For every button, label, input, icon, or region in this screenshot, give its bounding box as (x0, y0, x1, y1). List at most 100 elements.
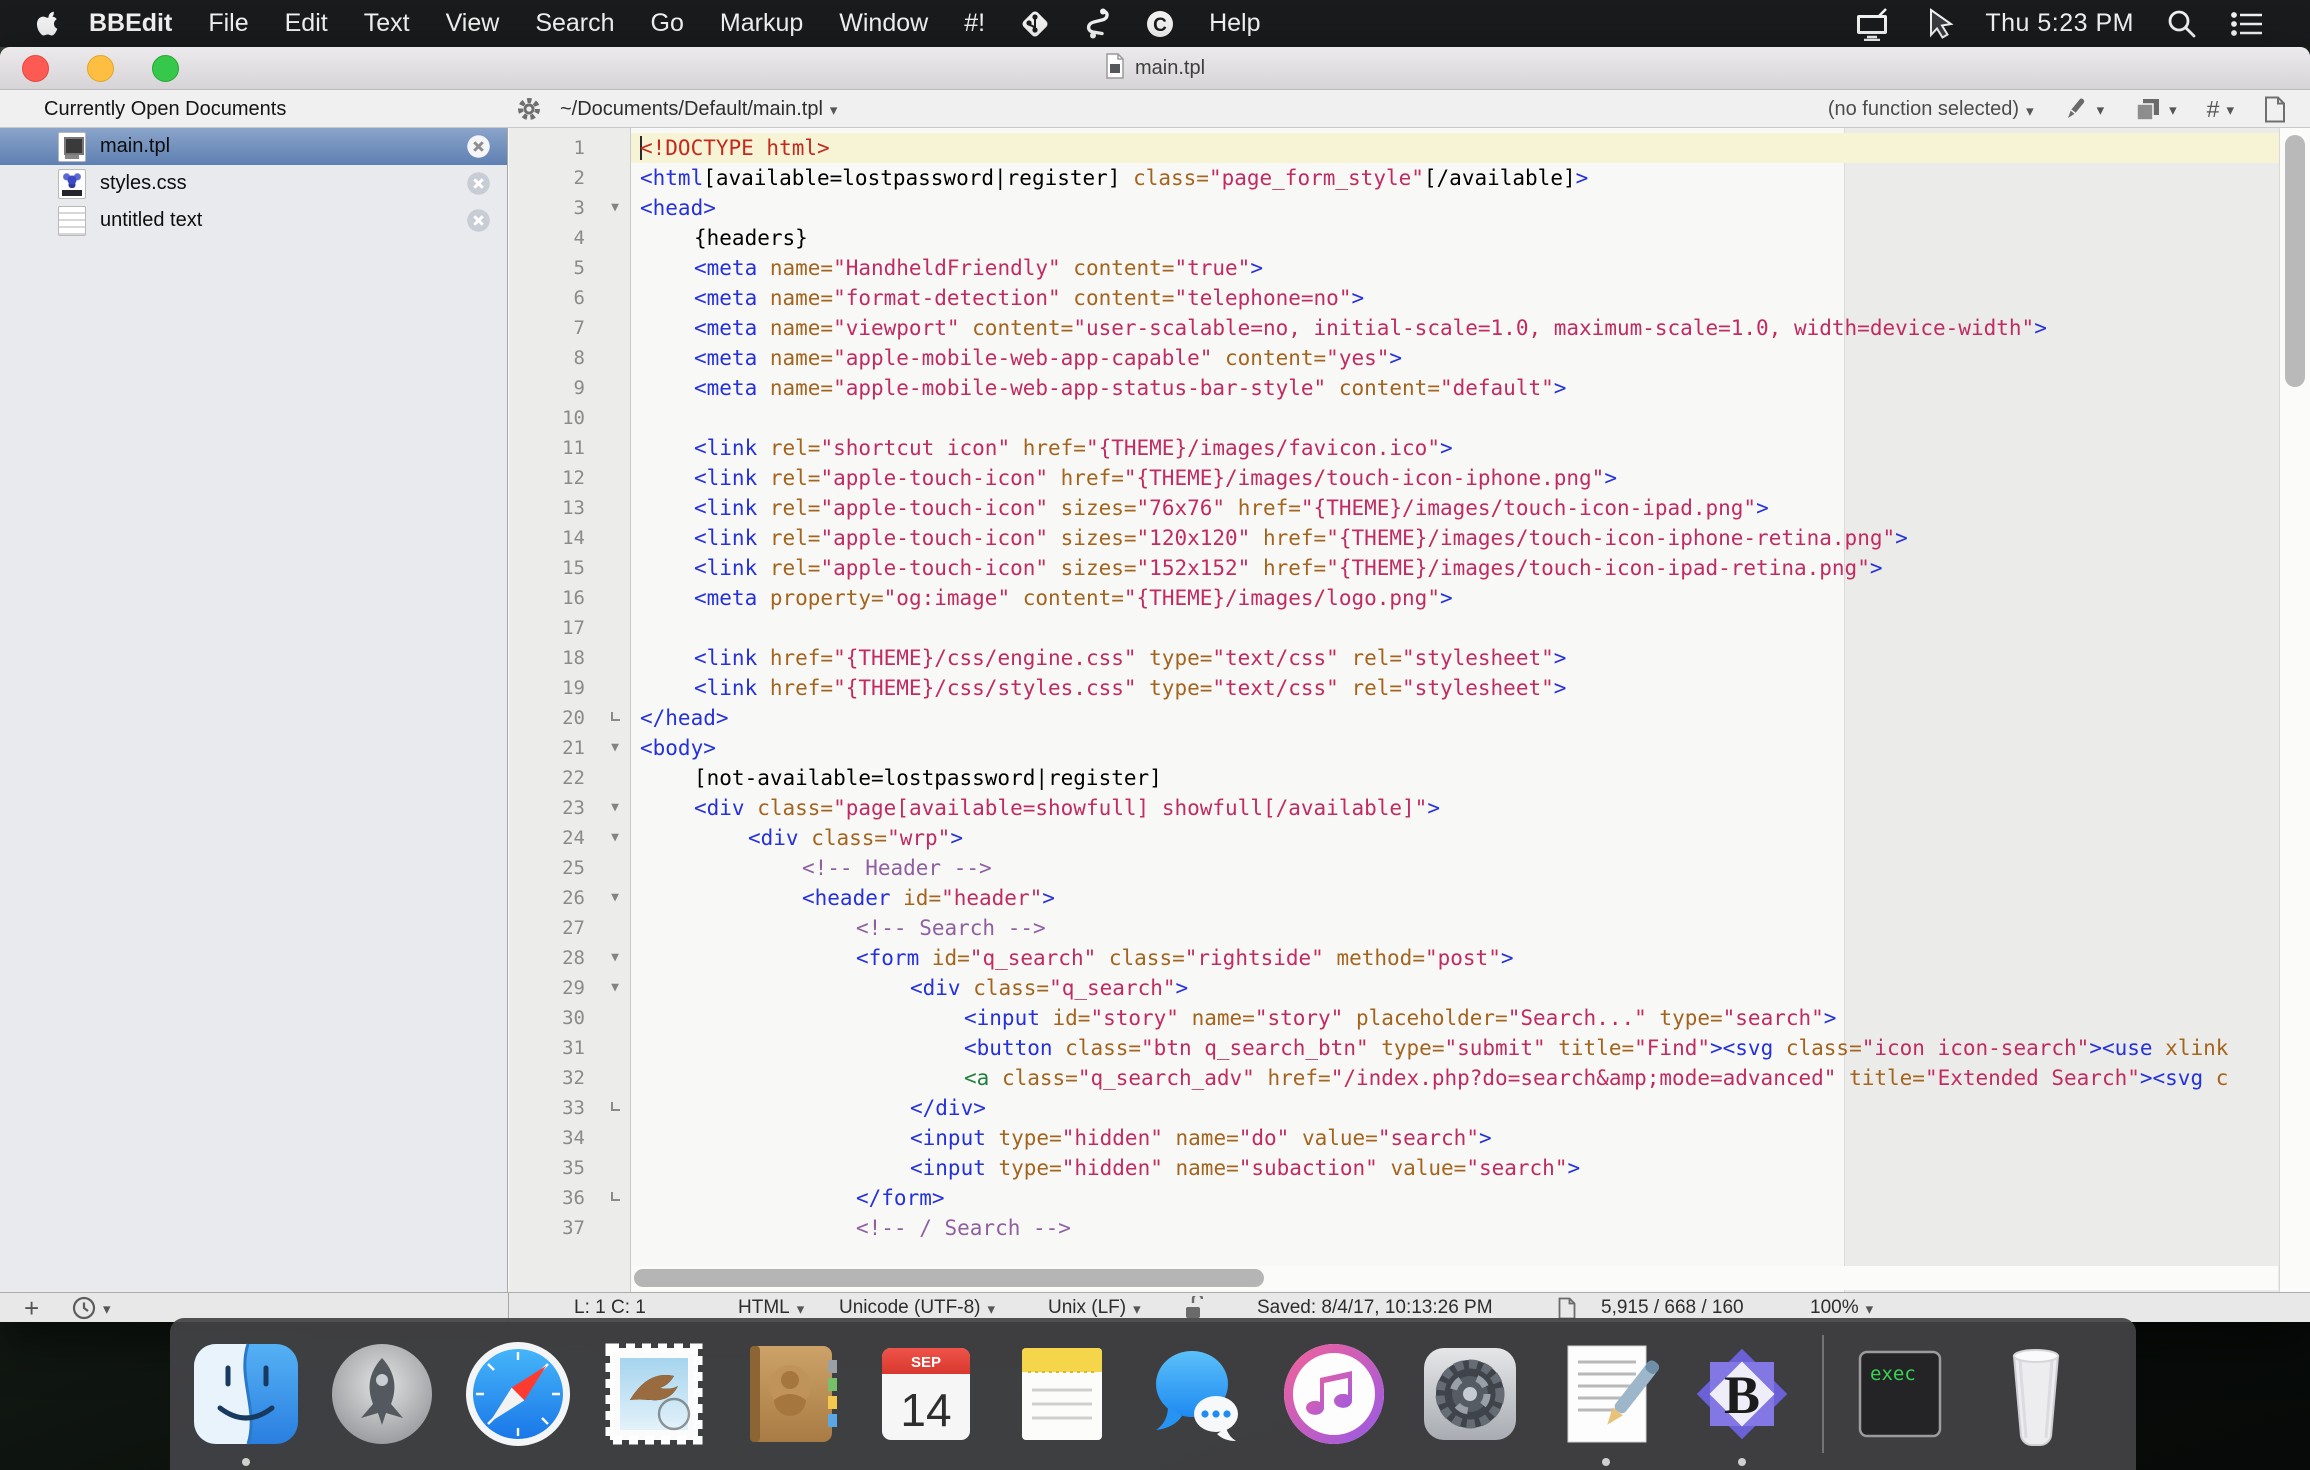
dock-calendar[interactable]: SEP14 (870, 1338, 982, 1450)
close-document-button[interactable] (466, 134, 491, 159)
code-line[interactable]: 11<link rel="shortcut icon" href="{THEME… (509, 433, 2279, 463)
code-line[interactable]: 25<!-- Header --> (509, 853, 2279, 883)
code-line[interactable]: 29▼<div class="q_search"> (509, 973, 2279, 1003)
menu-markup[interactable]: Markup (720, 9, 803, 38)
code-line[interactable]: 1<!DOCTYPE html> (509, 133, 2279, 163)
code-line[interactable]: 13<link rel="apple-touch-icon" sizes="76… (509, 493, 2279, 523)
code-line[interactable]: 10 (509, 403, 2279, 433)
code-line[interactable]: 20</head> (509, 703, 2279, 733)
dock-trash[interactable] (1980, 1338, 2092, 1450)
menu-go[interactable]: Go (651, 9, 684, 38)
fold-open-icon[interactable]: ▼ (599, 193, 631, 223)
remote-cursor-status-icon[interactable] (1923, 7, 1957, 41)
code-line[interactable]: 7<meta name="viewport" content="user-sca… (509, 313, 2279, 343)
new-document-icon[interactable] (2264, 96, 2286, 123)
display-status-icon[interactable] (1853, 7, 1891, 41)
code-line[interactable]: 22[not-available=lostpassword|register] (509, 763, 2279, 793)
code-line[interactable]: 16<meta property="og:image" content="{TH… (509, 583, 2279, 613)
fold-open-icon[interactable]: ▼ (599, 973, 631, 1003)
fold-end-icon[interactable] (599, 1093, 631, 1123)
code-line[interactable]: 9<meta name="apple-mobile-web-app-status… (509, 373, 2279, 403)
dock-launchpad[interactable] (326, 1338, 438, 1450)
document-path-dropdown[interactable]: ~/Documents/Default/main.tpl (560, 90, 837, 128)
code-line[interactable]: 19<link href="{THEME}/css/styles.css" ty… (509, 673, 2279, 703)
clippings-menu-icon[interactable]: C (1145, 9, 1175, 39)
code-line[interactable]: 5<meta name="HandheldFriendly" content="… (509, 253, 2279, 283)
script-menu-icon[interactable] (1085, 8, 1111, 40)
code-line[interactable]: 6<meta name="format-detection" content="… (509, 283, 2279, 313)
gear-menu-icon[interactable] (516, 96, 542, 128)
code-line[interactable]: 27<!-- Search --> (509, 913, 2279, 943)
dock-bbedit[interactable]: B (1686, 1338, 1798, 1450)
marker-menu-icon[interactable] (2064, 96, 2105, 122)
spotlight-icon[interactable] (2166, 8, 2198, 40)
code-line[interactable]: 4{headers} (509, 223, 2279, 253)
code-line[interactable]: 23▼<div class="page[available=showfull] … (509, 793, 2279, 823)
title-bar[interactable]: main.tpl (0, 47, 2310, 90)
code-line[interactable]: 37<!-- / Search --> (509, 1213, 2279, 1243)
dock-contacts[interactable] (734, 1338, 846, 1450)
function-selector-dropdown[interactable]: (no function selected) (1828, 98, 2034, 121)
code-line[interactable]: 28▼<form id="q_search" class="rightside"… (509, 943, 2279, 973)
fold-open-icon[interactable]: ▼ (599, 733, 631, 763)
menu-view[interactable]: View (446, 9, 500, 38)
menu-window[interactable]: Window (839, 9, 928, 38)
code-line[interactable]: 30<input id="story" name="story" placeho… (509, 1003, 2279, 1033)
code-editor[interactable]: 1<!DOCTYPE html>2<html[available=lostpas… (509, 128, 2310, 1292)
line-number-menu[interactable]: # (2207, 96, 2234, 123)
dock-messages[interactable] (1142, 1338, 1254, 1450)
menu-edit[interactable]: Edit (285, 9, 328, 38)
dock-finder[interactable] (190, 1338, 302, 1450)
notification-center-icon[interactable] (2230, 9, 2264, 39)
code-line[interactable]: 8<meta name="apple-mobile-web-app-capabl… (509, 343, 2279, 373)
fold-end-icon[interactable] (599, 703, 631, 733)
menu-bar-clock[interactable]: Thu 5:23 PM (1985, 9, 2134, 38)
sidebar-document-row[interactable]: styles.css (0, 165, 507, 202)
code-line[interactable]: 31<button class="btn q_search_btn" type=… (509, 1033, 2279, 1063)
code-line[interactable]: 3▼<head> (509, 193, 2279, 223)
code-line[interactable]: 2<html[available=lostpassword|register] … (509, 163, 2279, 193)
fold-open-icon[interactable]: ▼ (599, 823, 631, 853)
menu-help[interactable]: Help (1209, 9, 1260, 38)
dock-itunes[interactable] (1278, 1338, 1390, 1450)
menu-text[interactable]: Text (364, 9, 410, 38)
code-line[interactable]: 24▼<div class="wrp"> (509, 823, 2279, 853)
documents-stack-icon[interactable] (2134, 96, 2177, 122)
code-line[interactable]: 15<link rel="apple-touch-icon" sizes="15… (509, 553, 2279, 583)
horizontal-scrollbar[interactable] (632, 1266, 2278, 1290)
code-line[interactable]: 12<link rel="apple-touch-icon" href="{TH… (509, 463, 2279, 493)
dock-safari[interactable] (462, 1338, 574, 1450)
code-line[interactable]: 36</form> (509, 1183, 2279, 1213)
fold-end-icon[interactable] (599, 1183, 631, 1213)
apple-menu-icon[interactable] (33, 9, 63, 39)
code-line[interactable]: 26▼<header id="header"> (509, 883, 2279, 913)
dock-mail[interactable] (598, 1338, 710, 1450)
code-line[interactable]: 18<link href="{THEME}/css/engine.css" ty… (509, 643, 2279, 673)
dock-notes[interactable] (1006, 1338, 1118, 1450)
git-menu-icon[interactable] (1019, 8, 1051, 40)
document-proxy-icon[interactable] (1105, 53, 1125, 85)
code-line[interactable]: 34<input type="hidden" name="do" value="… (509, 1123, 2279, 1153)
vertical-scrollbar[interactable] (2279, 128, 2310, 1292)
sidebar-document-row[interactable]: main.tpl (0, 128, 507, 165)
code-line[interactable]: 32<a class="q_search_adv" href="/index.p… (509, 1063, 2279, 1093)
code-lines[interactable]: 1<!DOCTYPE html>2<html[available=lostpas… (509, 128, 2279, 1292)
fold-open-icon[interactable]: ▼ (599, 793, 631, 823)
menu-file[interactable]: File (208, 9, 248, 38)
close-document-button[interactable] (466, 171, 491, 196)
close-document-button[interactable] (466, 208, 491, 233)
recent-documents-clock-icon[interactable] (72, 1293, 111, 1322)
code-line[interactable]: 21▼<body> (509, 733, 2279, 763)
dock-exec-file[interactable]: exec (1844, 1338, 1956, 1450)
code-line[interactable]: 14<link rel="apple-touch-icon" sizes="12… (509, 523, 2279, 553)
fold-open-icon[interactable]: ▼ (599, 883, 631, 913)
app-menu-bbedit[interactable]: BBEdit (89, 9, 172, 38)
code-line[interactable]: 35<input type="hidden" name="subaction" … (509, 1153, 2279, 1183)
code-line[interactable]: 33</div> (509, 1093, 2279, 1123)
vertical-scrollbar-thumb[interactable] (2285, 135, 2305, 387)
sidebar-document-row[interactable]: untitled text (0, 202, 507, 239)
dock-system-preferences[interactable] (1414, 1338, 1526, 1450)
add-document-button[interactable]: + (24, 1293, 39, 1322)
menu-search[interactable]: Search (535, 9, 614, 38)
code-line[interactable]: 17 (509, 613, 2279, 643)
